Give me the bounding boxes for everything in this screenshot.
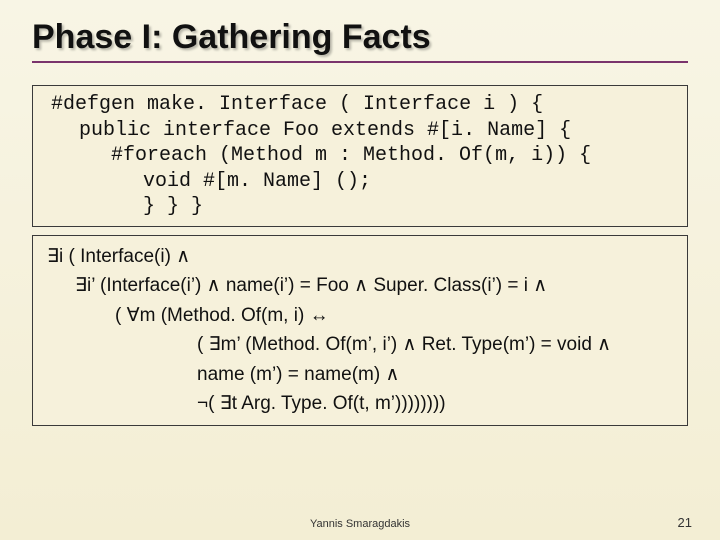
footer-author: Yannis Smaragdakis	[0, 518, 720, 530]
code-line: #defgen make. Interface ( Interface i ) …	[47, 92, 673, 118]
code-line: } } }	[47, 194, 673, 220]
logic-line: ( ∃m’ (Method. Of(m’, i’) ∧ Ret. Type(m’…	[47, 330, 673, 359]
logic-line: ∃i ( Interface(i) ∧	[47, 242, 673, 271]
logic-line: ¬( ∃t Arg. Type. Of(t, m’))))))))	[47, 389, 673, 418]
logic-line: ( ∀m (Method. Of(m, i) ↔	[47, 301, 673, 330]
code-line: public interface Foo extends #[i. Name] …	[47, 118, 673, 144]
code-box: #defgen make. Interface ( Interface i ) …	[32, 85, 688, 227]
code-line: void #[m. Name] ();	[47, 169, 673, 195]
page-number: 21	[678, 515, 692, 530]
logic-line: name (m’) = name(m) ∧	[47, 360, 673, 389]
code-line: #foreach (Method m : Method. Of(m, i)) {	[47, 143, 673, 169]
logic-box: ∃i ( Interface(i) ∧ ∃i’ (Interface(i’) ∧…	[32, 235, 688, 426]
slide-title: Phase I: Gathering Facts	[32, 18, 688, 63]
logic-line: ∃i’ (Interface(i’) ∧ name(i’) = Foo ∧ Su…	[47, 271, 673, 300]
